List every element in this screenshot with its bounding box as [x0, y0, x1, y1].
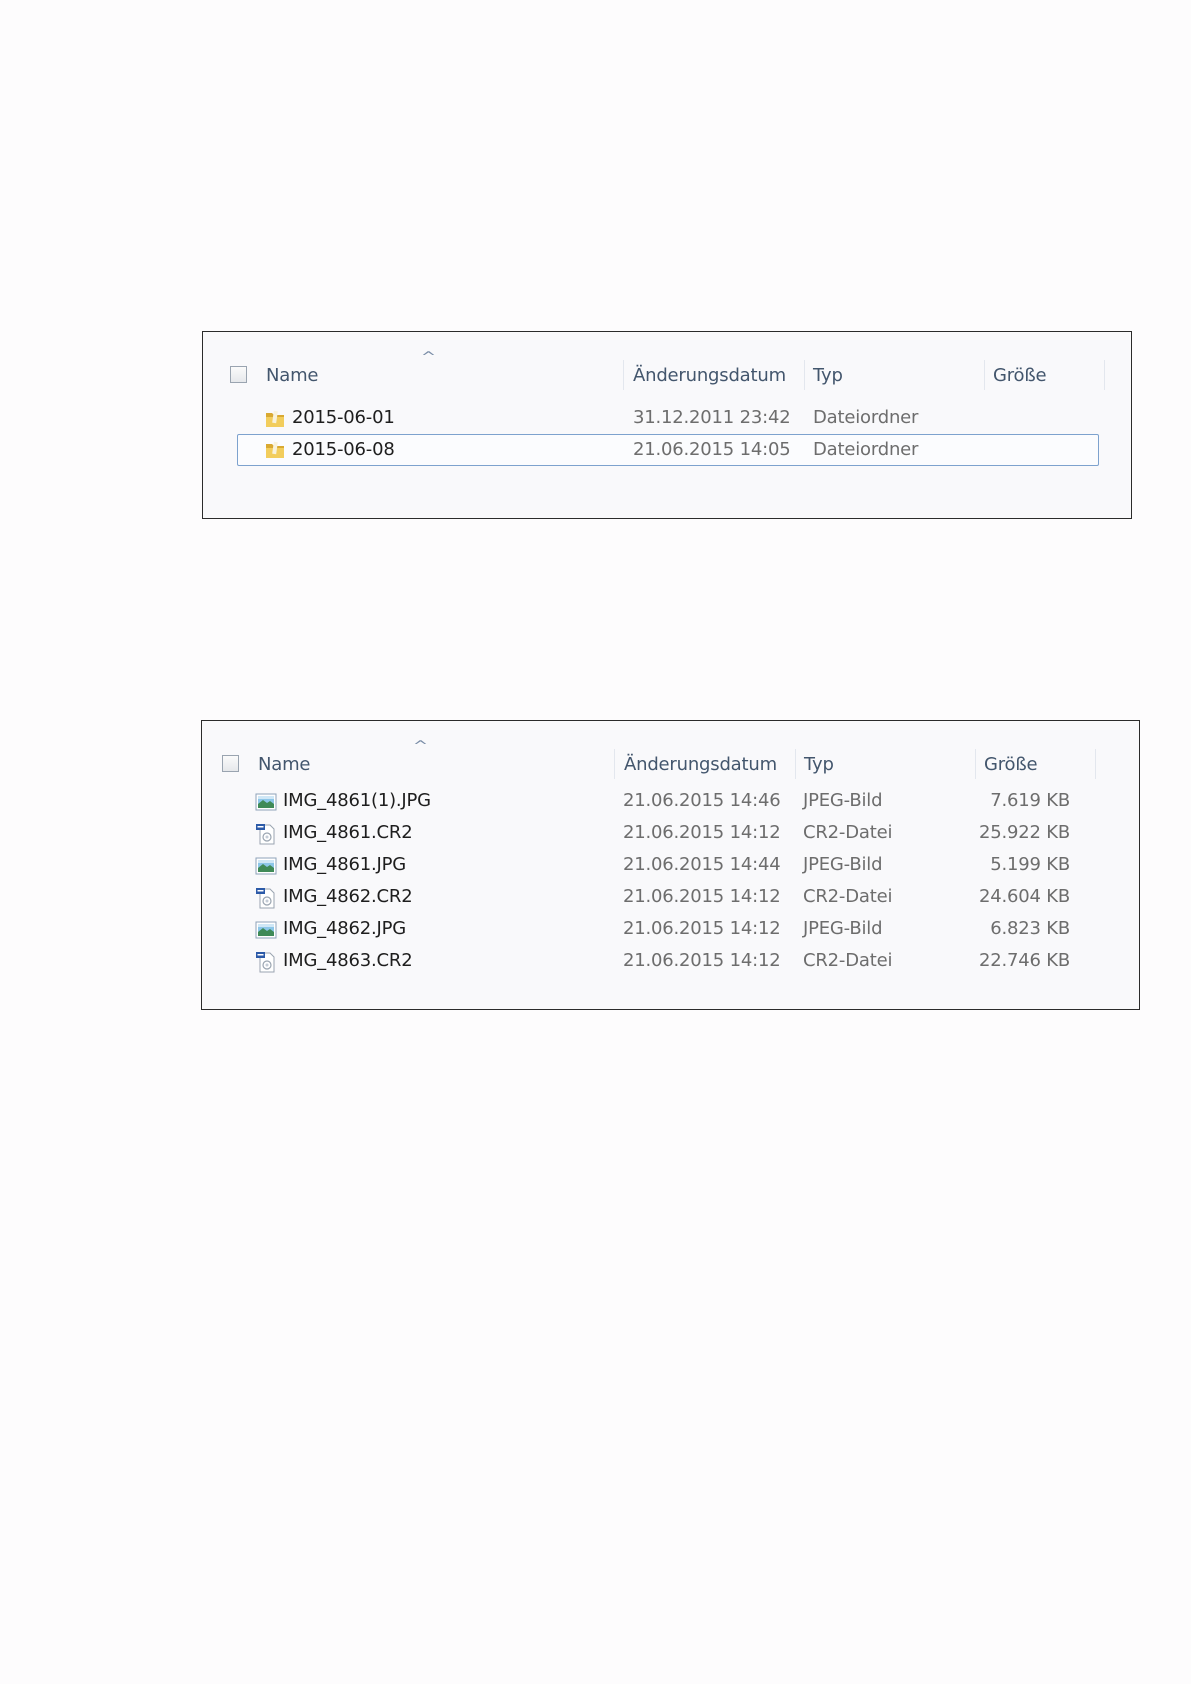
column-header-name[interactable]: Name: [266, 352, 622, 398]
file-row[interactable]: IMG_4863.CR2 21.06.2015 14:12 CR2-Datei 22.…: [236, 946, 1098, 978]
column-divider[interactable]: [804, 360, 805, 390]
file-size: 6.823 KB: [990, 918, 1070, 939]
column-divider[interactable]: [795, 749, 796, 779]
file-row[interactable]: IMG_4861.JPG 21.06.2015 14:44 JPEG-Bild 5.1…: [236, 850, 1098, 882]
file-name: IMG_4862.JPG: [283, 918, 407, 939]
column-header-type-label: Typ: [804, 753, 834, 775]
column-header-size-label: Größe: [984, 753, 1038, 775]
file-size: 7.619 KB: [990, 790, 1070, 811]
folder-row-selected[interactable]: 2015-06-08 21.06.2015 14:05 Dateiordner: [237, 434, 1099, 466]
sort-ascending-icon: ^: [412, 739, 429, 754]
file-size: 25.922 KB: [978, 822, 1070, 843]
file-modified-date: 21.06.2015 14:46: [623, 790, 781, 811]
file-row[interactable]: IMG_4861(1).JPG 21.06.2015 14:46 JPEG-Bild…: [236, 786, 1098, 818]
column-header-row: Name ^ Änderungsdatum Typ Größe: [204, 350, 1130, 398]
folder-name: 2015-06-01: [292, 407, 395, 428]
column-header-date-label: Änderungsdatum: [633, 364, 786, 386]
file-size: 5.199 KB: [990, 854, 1070, 875]
column-header-date-label: Änderungsdatum: [624, 753, 777, 775]
folder-list-pane: Name ^ Änderungsdatum Typ Größe 2015-06-…: [204, 333, 1130, 517]
file-type: JPEG-Bild: [803, 854, 883, 875]
column-header-name[interactable]: Name: [258, 741, 614, 787]
file-name: IMG_4863.CR2: [283, 950, 413, 971]
column-header-name-label: Name: [266, 364, 319, 386]
file-type: CR2-Datei: [803, 886, 893, 907]
file-type: CR2-Datei: [803, 822, 893, 843]
cr2-file-icon: [256, 952, 275, 973]
column-header-type[interactable]: Typ: [813, 352, 983, 398]
file-row[interactable]: IMG_4862.JPG 21.06.2015 14:12 JPEG-Bild 6.8…: [236, 914, 1098, 946]
folder-type: Dateiordner: [813, 407, 919, 428]
file-modified-date: 21.06.2015 14:44: [623, 854, 781, 875]
file-type: JPEG-Bild: [803, 790, 883, 811]
sort-ascending-icon: ^: [420, 350, 437, 365]
file-type: CR2-Datei: [803, 950, 893, 971]
file-name: IMG_4861.JPG: [283, 854, 407, 875]
folder-list-window: Name ^ Änderungsdatum Typ Größe 2015-06-…: [202, 331, 1132, 519]
column-header-size-label: Größe: [993, 364, 1047, 386]
column-header-size[interactable]: Größe: [993, 352, 1103, 398]
file-modified-date: 21.06.2015 14:12: [623, 886, 781, 907]
file-list-pane: Name ^ Änderungsdatum Typ Größe IMG_4861…: [203, 722, 1138, 1008]
column-header-size[interactable]: Größe: [984, 741, 1094, 787]
file-row[interactable]: IMG_4862.CR2 21.06.2015 14:12 CR2-Datei 24.…: [236, 882, 1098, 914]
file-name: IMG_4861(1).JPG: [283, 790, 431, 811]
folder-modified-date: 21.06.2015 14:05: [633, 439, 791, 460]
column-divider[interactable]: [623, 360, 624, 390]
column-header-type[interactable]: Typ: [804, 741, 974, 787]
file-list-window: Name ^ Änderungsdatum Typ Größe IMG_4861…: [201, 720, 1140, 1010]
column-divider[interactable]: [975, 749, 976, 779]
file-name: IMG_4862.CR2: [283, 886, 413, 907]
file-modified-date: 21.06.2015 14:12: [623, 950, 781, 971]
folder-row[interactable]: 2015-06-01 31.12.2011 23:42 Dateiordner: [237, 403, 1099, 435]
jpeg-image-icon: [255, 921, 277, 939]
file-name: IMG_4861.CR2: [283, 822, 413, 843]
file-type: JPEG-Bild: [803, 918, 883, 939]
file-row[interactable]: IMG_4861.CR2 21.06.2015 14:12 CR2-Datei 25.…: [236, 818, 1098, 850]
file-size: 24.604 KB: [978, 886, 1070, 907]
jpeg-image-icon: [255, 793, 277, 811]
column-divider[interactable]: [1095, 749, 1096, 779]
cr2-file-icon: [256, 824, 275, 845]
column-divider[interactable]: [614, 749, 615, 779]
folder-name: 2015-06-08: [292, 439, 395, 460]
folder-type: Dateiordner: [813, 439, 919, 460]
select-all-checkbox[interactable]: [222, 755, 239, 772]
folder-icon: [266, 410, 284, 427]
column-header-name-label: Name: [258, 753, 311, 775]
folder-modified-date: 31.12.2011 23:42: [633, 407, 791, 428]
column-header-row: Name ^ Änderungsdatum Typ Größe: [203, 739, 1138, 787]
column-header-date[interactable]: Änderungsdatum: [633, 352, 803, 398]
file-modified-date: 21.06.2015 14:12: [623, 822, 781, 843]
column-header-date[interactable]: Änderungsdatum: [624, 741, 794, 787]
cr2-file-icon: [256, 888, 275, 909]
column-divider[interactable]: [1104, 360, 1105, 390]
column-divider[interactable]: [984, 360, 985, 390]
select-all-checkbox[interactable]: [230, 366, 247, 383]
column-header-type-label: Typ: [813, 364, 843, 386]
folder-icon: [266, 441, 284, 458]
file-size: 22.746 KB: [978, 950, 1070, 971]
jpeg-image-icon: [255, 857, 277, 875]
file-modified-date: 21.06.2015 14:12: [623, 918, 781, 939]
